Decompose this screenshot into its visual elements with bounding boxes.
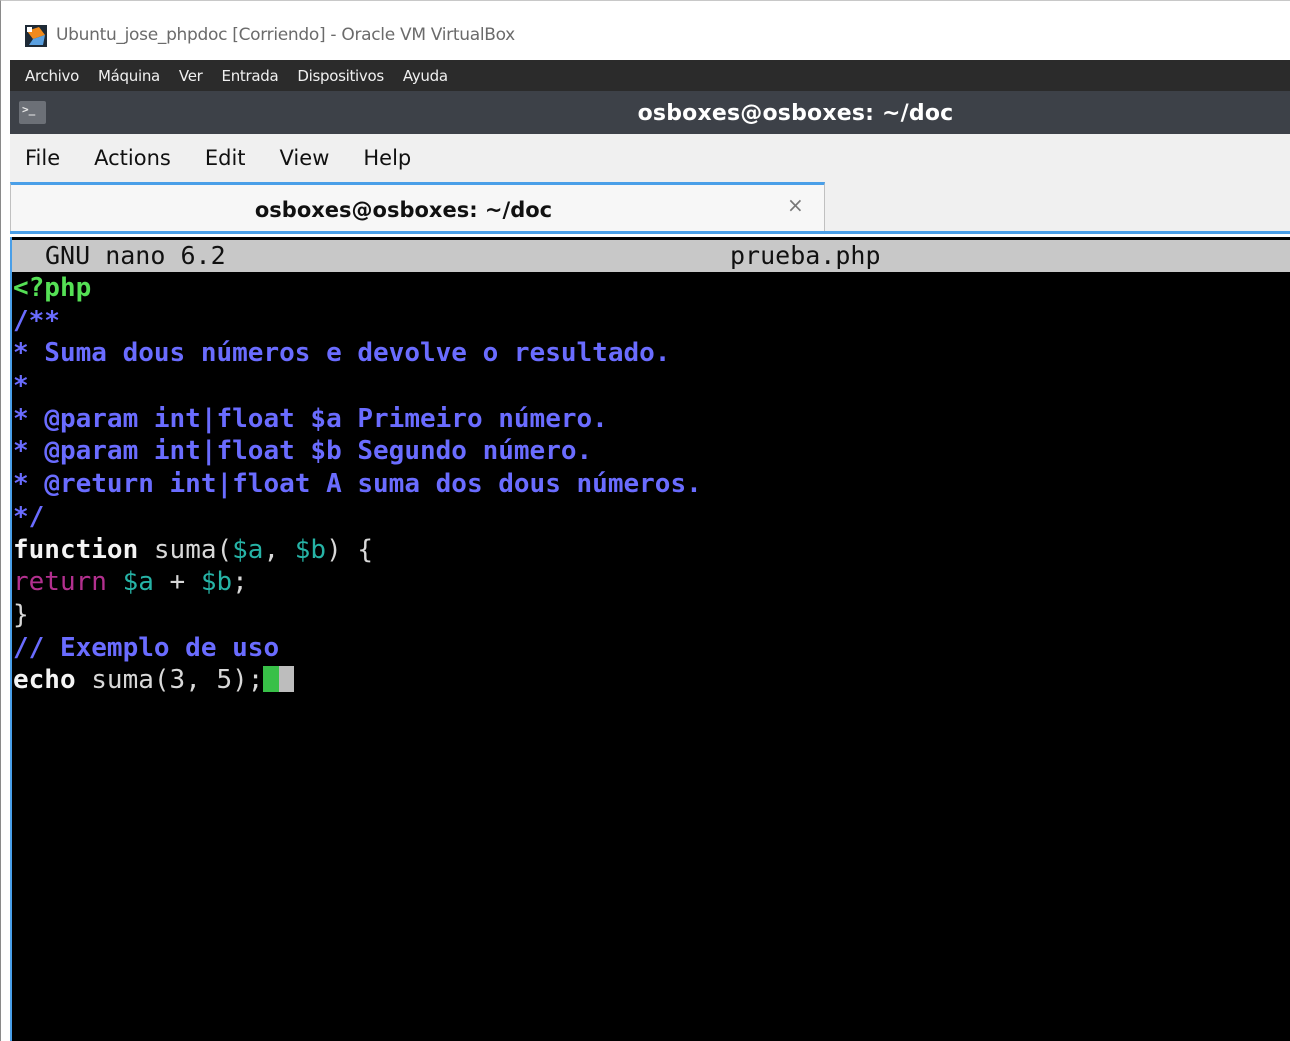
code-token: */ (13, 501, 45, 532)
code-line: return $a + $b; (13, 566, 1283, 599)
code-editor-buffer[interactable]: <?php/** * Suma dous números e devolve o … (13, 272, 1283, 697)
code-line: <?php (13, 272, 1283, 305)
code-token: * @param int|float $b Segundo número. (13, 436, 593, 467)
code-token: * @param int|float $a Primeiro número. (13, 403, 608, 434)
terminal-titlebar: >_ osboxes@osboxes: ~/doc (10, 91, 1290, 134)
terminal-tab[interactable]: osboxes@osboxes: ~/doc × (10, 182, 825, 231)
code-token: ) { (326, 534, 374, 565)
code-token: // Exemplo de uso (13, 632, 280, 663)
window-title: Ubuntu_jose_phpdoc [Corriendo] - Oracle … (56, 25, 515, 45)
menu-view[interactable]: View (280, 146, 330, 170)
nano-filename: prueba.php (730, 241, 881, 270)
code-token: <?php (13, 273, 92, 303)
code-line: // Exemplo de uso (13, 632, 1283, 665)
code-token: $a (122, 567, 154, 598)
code-line: * @param int|float $b Segundo número. (13, 435, 1283, 468)
menu-dispositivos[interactable]: Dispositivos (297, 67, 384, 85)
menu-help[interactable]: Help (363, 146, 411, 170)
virtualbox-titlebar: Ubuntu_jose_phpdoc [Corriendo] - Oracle … (1, 9, 1290, 59)
code-token: suma( (138, 534, 233, 565)
terminal-tab-label: osboxes@osboxes: ~/doc (254, 198, 553, 222)
code-token: * (13, 371, 29, 402)
code-token: function (13, 534, 139, 565)
terminal-tabbar: osboxes@osboxes: ~/doc × (10, 182, 1290, 234)
code-token: $b (294, 534, 327, 565)
menu-file[interactable]: File (25, 146, 60, 170)
code-token: } (13, 599, 29, 630)
code-token: ; (232, 567, 248, 598)
virtualbox-app-icon (25, 25, 47, 47)
close-icon[interactable]: × (787, 193, 804, 217)
terminal-menubar: File Actions Edit View Help (10, 134, 1290, 182)
code-line: * @param int|float $a Primeiro número. (13, 403, 1283, 436)
menu-edit[interactable]: Edit (205, 146, 246, 170)
terminal-window-title: osboxes@osboxes: ~/doc (637, 101, 954, 126)
code-token: return (13, 567, 107, 598)
code-token: + (153, 567, 201, 598)
code-line: * @return int|float A suma dos dous núme… (13, 468, 1283, 501)
code-line: * Suma dous números e devolve o resultad… (13, 337, 1283, 370)
menu-entrada[interactable]: Entrada (222, 67, 279, 85)
code-line: } (13, 599, 1283, 632)
code-token: /** (13, 305, 60, 336)
menu-maquina[interactable]: Máquina (98, 67, 160, 85)
menu-actions[interactable]: Actions (94, 146, 171, 170)
code-token: , (263, 534, 295, 565)
code-token: echo (13, 665, 76, 696)
code-line: echo suma(3, 5); (13, 664, 1283, 697)
code-token: suma(3, 5); (75, 665, 264, 696)
nano-header-bar: GNU nano 6.2 prueba.php (12, 240, 1290, 272)
code-token: * Suma dous números e devolve o resultad… (13, 338, 671, 369)
virtualbox-window: Ubuntu_jose_phpdoc [Corriendo] - Oracle … (0, 0, 1290, 1041)
code-line: * (13, 370, 1283, 403)
terminal-screen[interactable]: GNU nano 6.2 prueba.php <?php/** * Suma d… (10, 237, 1290, 1041)
text-cursor-block (279, 666, 295, 693)
menu-ver[interactable]: Ver (179, 67, 203, 85)
menu-archivo[interactable]: Archivo (25, 67, 79, 85)
nano-version: GNU nano 6.2 (45, 241, 226, 270)
code-line: */ (13, 501, 1283, 534)
code-token: $a (232, 534, 264, 565)
code-token: $b (200, 567, 233, 598)
code-token: * @return int|float A suma dos dous núme… (13, 469, 702, 500)
code-line: function suma($a, $b) { (13, 534, 1283, 567)
menu-ayuda[interactable]: Ayuda (403, 67, 448, 85)
virtualbox-menubar: Archivo Máquina Ver Entrada Dispositivos… (10, 60, 1290, 91)
text-cursor (263, 666, 280, 693)
code-line: /** (13, 305, 1283, 338)
